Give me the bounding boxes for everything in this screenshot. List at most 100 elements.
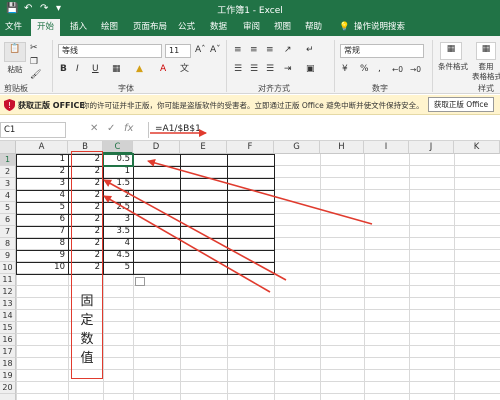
column-header[interactable]: I	[364, 141, 409, 154]
cell-value[interactable]: 2	[16, 166, 68, 177]
cut-icon[interactable]: ✂	[30, 42, 38, 54]
cell-value[interactable]: 1	[16, 154, 68, 165]
cell-value[interactable]: 4.5	[103, 250, 133, 261]
cell-value[interactable]: 8	[16, 238, 68, 249]
worksheet-grid[interactable]: ABCDEFGHIJK 1 2 3 4 5 6 7 8 9 10 11 12 13 14 15 16 17 18 1…	[0, 141, 500, 400]
row-header[interactable]: 4	[0, 190, 16, 202]
fill-color-icon[interactable]: ▲	[136, 63, 143, 75]
tab-home[interactable]: 开始	[31, 19, 61, 36]
grow-font-icon[interactable]: Aˆ	[195, 44, 206, 56]
row-header[interactable]: 14	[0, 310, 16, 322]
quick-analysis-icon[interactable]	[135, 277, 145, 286]
align-right-icon[interactable]: ☰	[266, 63, 274, 75]
row-header[interactable]: 3	[0, 178, 16, 190]
align-bottom-icon[interactable]: ≡	[266, 44, 274, 56]
wrap-text-icon[interactable]: ↵	[306, 44, 314, 56]
row-header[interactable]: 18	[0, 358, 16, 370]
row-header[interactable]: 13	[0, 298, 16, 310]
cell-value[interactable]: 10	[16, 262, 68, 273]
tab-insert[interactable]: 插入	[70, 21, 87, 33]
copy-icon[interactable]: ❐	[30, 56, 38, 68]
row-header[interactable]: 2	[0, 166, 16, 178]
row-header[interactable]	[0, 394, 16, 400]
confirm-icon[interactable]: ✓	[107, 123, 115, 134]
bold-button[interactable]: B	[60, 63, 67, 75]
cell-value[interactable]: 4	[103, 238, 133, 249]
align-top-icon[interactable]: ≡	[234, 44, 242, 56]
italic-button[interactable]: I	[76, 63, 79, 75]
row-header[interactable]: 16	[0, 334, 16, 346]
cell-value[interactable]: 3.5	[103, 226, 133, 237]
cell-value[interactable]: 1	[103, 166, 133, 177]
tab-formulas[interactable]: 公式	[178, 21, 195, 33]
row-header[interactable]: 20	[0, 382, 16, 394]
align-center-icon[interactable]: ☰	[250, 63, 258, 75]
column-header[interactable]: G	[274, 141, 320, 154]
row-header[interactable]: 11	[0, 274, 16, 286]
shrink-font-icon[interactable]: Aˇ	[210, 44, 221, 56]
font-size-select[interactable]: 11	[165, 44, 191, 58]
tab-view[interactable]: 视图	[274, 21, 291, 33]
tab-tell-me[interactable]: 操作说明搜索	[354, 21, 405, 33]
row-header[interactable]: 1	[0, 154, 16, 166]
insert-function-icon[interactable]: fx	[124, 123, 133, 134]
row-header[interactable]: 9	[0, 250, 16, 262]
cell-value[interactable]: 2	[103, 190, 133, 201]
comma-style-icon[interactable]: ,	[378, 63, 381, 75]
row-header[interactable]: 6	[0, 214, 16, 226]
align-left-icon[interactable]: ☰	[234, 63, 242, 75]
cell-value[interactable]: 5	[103, 262, 133, 273]
column-header[interactable]: F	[227, 141, 274, 154]
cell-value[interactable]: 9	[16, 250, 68, 261]
row-header[interactable]: 8	[0, 238, 16, 250]
font-name-select[interactable]: 等线	[58, 44, 162, 58]
row-header[interactable]: 15	[0, 322, 16, 334]
borders-icon[interactable]: ▦	[112, 63, 121, 75]
cell-value[interactable]: 2.5	[103, 202, 133, 213]
percent-button[interactable]: %	[360, 63, 369, 75]
align-middle-icon[interactable]: ≡	[250, 44, 258, 56]
paste-icon[interactable]: 📋	[4, 42, 26, 62]
column-header[interactable]: J	[409, 141, 454, 154]
tab-data[interactable]: 数据	[210, 21, 227, 33]
number-format-select[interactable]: 常规	[340, 44, 424, 58]
tab-help[interactable]: 帮助	[305, 21, 322, 33]
cell-value[interactable]: 5	[16, 202, 68, 213]
tab-file[interactable]: 文件	[5, 21, 22, 33]
column-header[interactable]: A	[16, 141, 68, 154]
column-header[interactable]: E	[180, 141, 227, 154]
orientation-icon[interactable]: ↗	[284, 44, 292, 56]
table-format-icon[interactable]: ▦	[476, 42, 496, 60]
tab-draw[interactable]: 绘图	[101, 21, 118, 33]
cancel-icon[interactable]: ✕	[90, 123, 98, 134]
active-cell[interactable]	[102, 153, 134, 167]
format-painter-icon[interactable]: 🖌	[30, 69, 41, 81]
get-genuine-office-button[interactable]: 获取正版 Office	[428, 97, 494, 112]
cell-value[interactable]: 3	[103, 214, 133, 225]
decrease-decimal-icon[interactable]: →0	[410, 64, 421, 76]
tab-review[interactable]: 审阅	[243, 21, 260, 33]
increase-decimal-icon[interactable]: ←0	[392, 64, 403, 76]
select-all-corner[interactable]	[0, 141, 16, 154]
paste-button[interactable]: 粘贴	[4, 64, 26, 76]
cell-value[interactable]: 7	[16, 226, 68, 237]
column-header[interactable]: D	[133, 141, 180, 154]
merge-center-icon[interactable]: ▣	[306, 63, 315, 75]
row-header[interactable]: 17	[0, 346, 16, 358]
table-format-button[interactable]: 套用 表格格式	[472, 62, 500, 82]
row-header[interactable]: 5	[0, 202, 16, 214]
indent-icon[interactable]: ⇥	[284, 63, 292, 75]
row-header[interactable]: 19	[0, 370, 16, 382]
font-color-icon[interactable]: A	[160, 63, 166, 75]
column-header[interactable]: K	[454, 141, 500, 154]
row-header[interactable]: 10	[0, 262, 16, 274]
row-header[interactable]: 7	[0, 226, 16, 238]
cell-value[interactable]: 4	[16, 190, 68, 201]
column-header[interactable]: H	[320, 141, 364, 154]
conditional-format-icon[interactable]: ▦	[440, 42, 462, 60]
cell-value[interactable]: 3	[16, 178, 68, 189]
cell-value[interactable]: 6	[16, 214, 68, 225]
currency-icon[interactable]: ¥	[342, 63, 348, 75]
underline-button[interactable]: U	[92, 63, 99, 75]
cell-value[interactable]: 1.5	[103, 178, 133, 189]
